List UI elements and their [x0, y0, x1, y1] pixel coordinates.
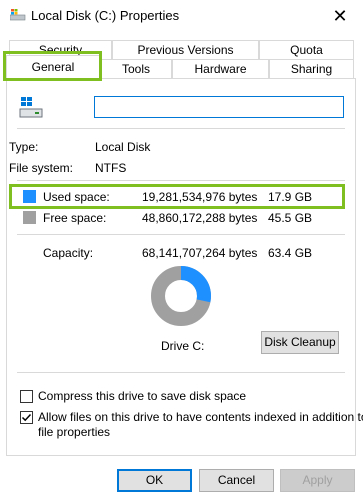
compress-checkbox[interactable] — [20, 390, 33, 403]
drive-icon — [10, 9, 26, 21]
file-system-value: NTFS — [95, 161, 127, 175]
close-icon: ✕ — [332, 5, 348, 26]
separator — [17, 234, 345, 235]
separator — [17, 128, 345, 129]
used-space-label: Used space: — [43, 190, 110, 204]
used-space-gb: 17.9 GB — [268, 190, 313, 204]
title-bar: Local Disk (C:) Properties ✕ — [0, 0, 363, 32]
index-label-line2: file properties — [38, 425, 111, 439]
type-label: Type: — [9, 140, 39, 154]
capacity-label: Capacity: — [43, 246, 94, 260]
disk-cleanup-button[interactable]: Disk Cleanup — [261, 331, 339, 354]
window-title: Local Disk (C:) Properties — [31, 8, 180, 23]
tab-quota[interactable]: Quota — [259, 40, 354, 60]
tab-sharing[interactable]: Sharing — [269, 59, 354, 79]
apply-button[interactable]: Apply — [280, 469, 355, 492]
capacity-bytes: 68,141,707,264 bytes — [142, 246, 258, 260]
tab-general[interactable]: General — [6, 55, 100, 79]
capacity-gb: 63.4 GB — [268, 246, 313, 260]
disk-usage-donut — [151, 266, 211, 326]
checkmark-icon — [21, 413, 32, 422]
cancel-button[interactable]: Cancel — [199, 469, 274, 492]
tab-previous-versions[interactable]: Previous Versions — [112, 40, 259, 60]
drive-label: Drive C: — [161, 339, 205, 353]
free-space-label: Free space: — [43, 211, 107, 225]
free-space-gb: 45.5 GB — [268, 211, 313, 225]
type-value: Local Disk — [95, 140, 151, 154]
drive-name-input[interactable] — [94, 96, 344, 118]
used-space-swatch — [23, 190, 36, 203]
drive-large-icon — [19, 97, 43, 118]
ok-button[interactable]: OK — [117, 469, 192, 492]
free-space-swatch — [23, 211, 36, 224]
separator — [17, 372, 345, 373]
used-space-bytes: 19,281,534,976 bytes — [142, 190, 258, 204]
tab-hardware[interactable]: Hardware — [172, 59, 269, 79]
separator — [17, 180, 345, 181]
compress-label: Compress this drive to save disk space — [38, 389, 247, 403]
tab-tools[interactable]: Tools — [100, 59, 172, 79]
index-label-line1: Allow files on this drive to have conten… — [38, 410, 363, 424]
free-space-bytes: 48,860,172,288 bytes — [142, 211, 258, 225]
file-system-label: File system: — [9, 161, 74, 175]
close-button[interactable]: ✕ — [317, 0, 363, 32]
index-checkbox[interactable] — [20, 411, 33, 424]
